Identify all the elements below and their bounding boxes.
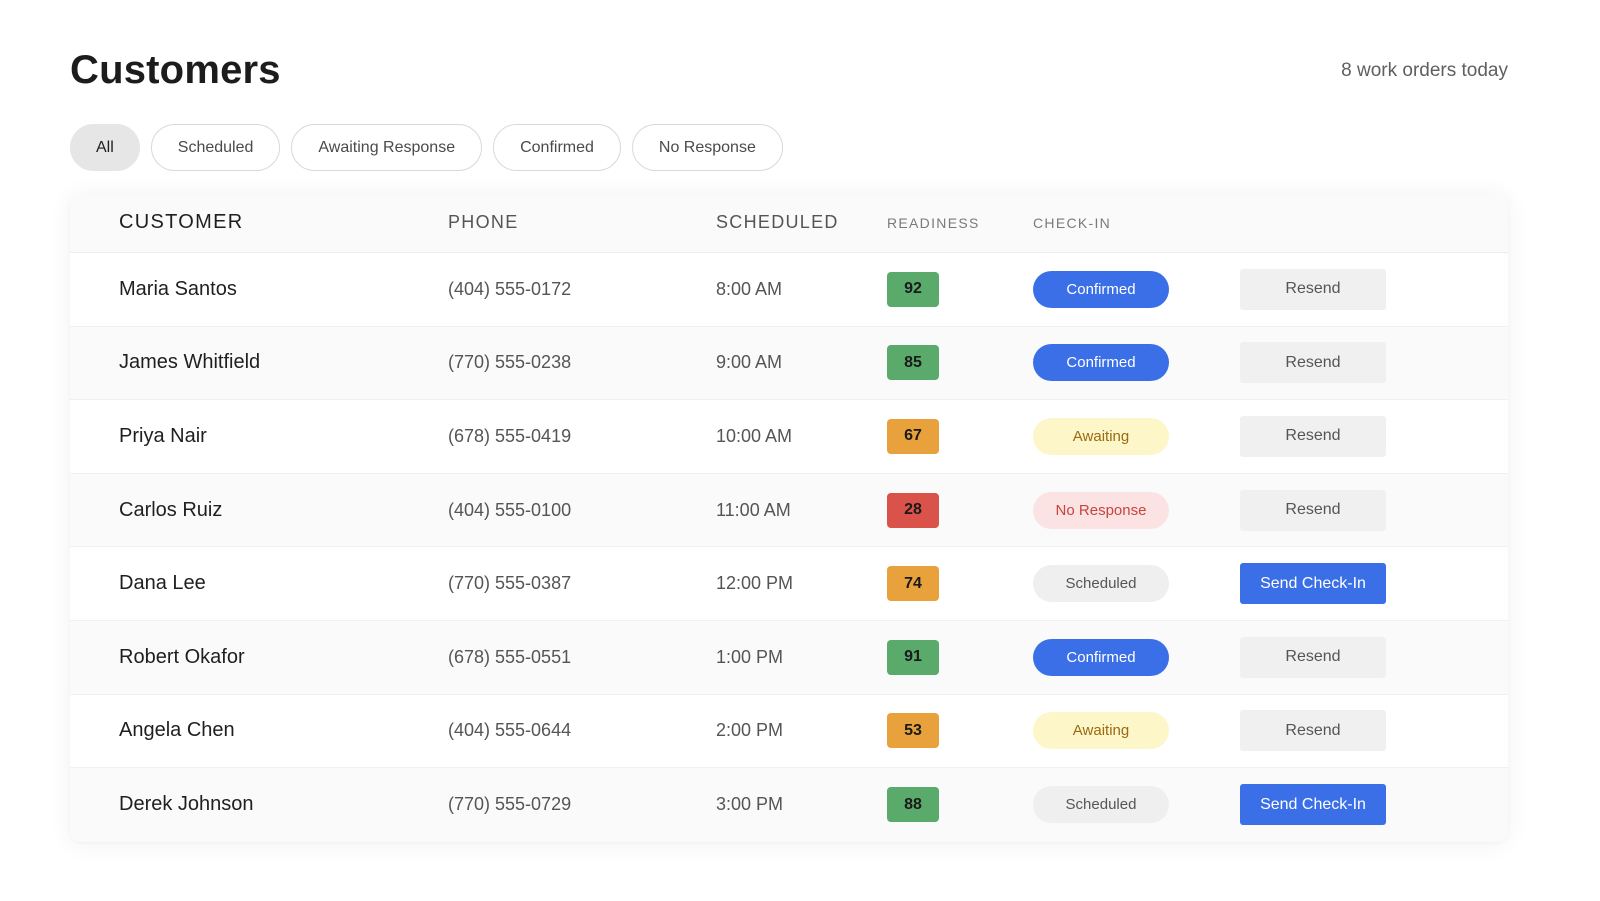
readiness-score-badge: 88 (887, 787, 939, 823)
customer-phone: (404) 555-0172 (448, 278, 572, 299)
table-row: Derek Johnson (770) 555-0729 3:00 PM 88 Sche… (70, 768, 1508, 842)
table-row: Robert Okafor (678) 555-0551 1:00 PM 91 Conf… (70, 620, 1508, 695)
filter-chip-awaiting-response[interactable]: Awaiting Response (291, 124, 483, 171)
scheduled-time: 3:00 PM (716, 794, 784, 815)
readiness-score-badge: 53 (887, 713, 939, 749)
customer-name: Robert Okafor (119, 645, 245, 668)
customer-phone: (678) 555-0551 (448, 646, 572, 667)
table-header: CUSTOMER PHONE SCHEDULED READINESS CHECK… (70, 193, 1508, 253)
table-row: Dana Lee (770) 555-0387 12:00 PM 74 Schedule… (70, 547, 1508, 621)
column-header-customer: CUSTOMER (119, 211, 244, 233)
check-in-status-badge: Confirmed (1033, 270, 1169, 308)
check-in-cell: Awaiting (1033, 417, 1240, 455)
readiness-cell: 88 (887, 787, 1033, 823)
filter-chips: All Scheduled Awaiting Response Confirmed No… (70, 124, 783, 171)
filter-chip-all[interactable]: All (70, 124, 140, 171)
resend-button[interactable]: Resend (1240, 489, 1386, 531)
check-in-cell: Confirmed (1033, 638, 1240, 676)
check-in-cell: Confirmed (1033, 344, 1240, 382)
column-header-check-in: CHECK-IN (1033, 214, 1112, 231)
action-cell: Resend (1240, 489, 1440, 531)
customers-table: CUSTOMER PHONE SCHEDULED READINESS CHECK… (70, 193, 1508, 842)
check-in-status-badge: No Response (1033, 491, 1169, 529)
resend-button[interactable]: Resend (1240, 268, 1386, 310)
customer-phone: (770) 555-0238 (448, 352, 572, 373)
table-row: Carlos Ruiz (404) 555-0100 11:00 AM 28 No Re… (70, 473, 1508, 548)
readiness-score-badge: 74 (887, 566, 939, 602)
customer-name: Angela Chen (119, 719, 235, 742)
scheduled-time: 11:00 AM (716, 499, 791, 520)
readiness-cell: 74 (887, 566, 1033, 602)
customer-name: Maria Santos (119, 277, 237, 300)
table-row: Priya Nair (678) 555-0419 10:00 AM 67 Awaiti… (70, 400, 1508, 474)
scheduled-time: 2:00 PM (716, 720, 784, 741)
customer-name: Priya Nair (119, 424, 207, 447)
table-row: James Whitfield (770) 555-0238 9:00 AM 85 Co… (70, 326, 1508, 401)
readiness-score-badge: 67 (887, 418, 939, 454)
readiness-cell: 67 (887, 418, 1033, 454)
check-in-status-badge: Scheduled (1033, 565, 1169, 603)
check-in-cell: Confirmed (1033, 270, 1240, 308)
customer-name: Dana Lee (119, 572, 206, 595)
table-row: Maria Santos (404) 555-0172 8:00 AM 92 Confi… (70, 253, 1508, 327)
readiness-score-badge: 92 (887, 271, 939, 307)
customer-name: James Whitfield (119, 351, 261, 374)
filter-chip-confirmed[interactable]: Confirmed (493, 124, 621, 171)
table-row: Angela Chen (404) 555-0644 2:00 PM 53 Awaiti… (70, 694, 1508, 769)
resend-button[interactable]: Resend (1240, 342, 1386, 384)
resend-button[interactable]: Resend (1240, 710, 1386, 752)
column-header-scheduled: SCHEDULED (716, 212, 839, 232)
scheduled-time: 10:00 AM (716, 425, 793, 446)
readiness-score-badge: 85 (887, 345, 939, 381)
send-check-in-button[interactable]: Send Check-In (1240, 563, 1386, 605)
customer-name: Derek Johnson (119, 793, 254, 816)
customer-name: Carlos Ruiz (119, 498, 223, 521)
check-in-cell: Scheduled (1033, 786, 1240, 824)
customer-phone: (678) 555-0419 (448, 425, 572, 446)
work-orders-count: 8 work orders today (1341, 59, 1508, 81)
send-check-in-button[interactable]: Send Check-In (1240, 784, 1386, 826)
readiness-score-badge: 91 (887, 639, 939, 675)
readiness-score-badge: 28 (887, 492, 939, 528)
readiness-cell: 92 (887, 271, 1033, 307)
action-cell: Send Check-In (1240, 784, 1440, 826)
action-cell: Resend (1240, 342, 1440, 384)
customer-phone: (770) 555-0729 (448, 794, 572, 815)
action-cell: Resend (1240, 636, 1440, 678)
customers-page: Customers 8 work orders today All Schedul… (0, 0, 1600, 901)
resend-button[interactable]: Resend (1240, 415, 1386, 457)
check-in-status-badge: Awaiting (1033, 712, 1169, 750)
readiness-cell: 91 (887, 639, 1033, 675)
check-in-cell: Scheduled (1033, 565, 1240, 603)
table-body: Maria Santos (404) 555-0172 8:00 AM 92 Confi… (70, 253, 1508, 842)
scheduled-time: 9:00 AM (716, 352, 783, 373)
filter-chip-scheduled[interactable]: Scheduled (150, 124, 281, 171)
check-in-status-badge: Confirmed (1033, 344, 1169, 382)
customer-phone: (404) 555-0100 (448, 499, 572, 520)
customer-phone: (770) 555-0387 (448, 573, 572, 594)
action-cell: Send Check-In (1240, 563, 1440, 605)
action-cell: Resend (1240, 710, 1440, 752)
column-header-phone: PHONE (448, 212, 519, 232)
customer-phone: (404) 555-0644 (448, 720, 572, 741)
readiness-cell: 85 (887, 345, 1033, 381)
filter-chip-no-response[interactable]: No Response (631, 124, 783, 171)
check-in-cell: No Response (1033, 491, 1240, 529)
check-in-status-badge: Awaiting (1033, 417, 1169, 455)
scheduled-time: 8:00 AM (716, 278, 783, 299)
readiness-cell: 28 (887, 492, 1033, 528)
scheduled-time: 1:00 PM (716, 646, 784, 667)
column-header-readiness: READINESS (887, 214, 980, 231)
resend-button[interactable]: Resend (1240, 636, 1386, 678)
check-in-status-badge: Scheduled (1033, 786, 1169, 824)
check-in-cell: Awaiting (1033, 712, 1240, 750)
readiness-cell: 53 (887, 713, 1033, 749)
page-header: Customers 8 work orders today (70, 48, 1508, 93)
page-title: Customers (70, 48, 281, 92)
check-in-status-badge: Confirmed (1033, 638, 1169, 676)
action-cell: Resend (1240, 415, 1440, 457)
action-cell: Resend (1240, 268, 1440, 310)
scheduled-time: 12:00 PM (716, 573, 794, 594)
